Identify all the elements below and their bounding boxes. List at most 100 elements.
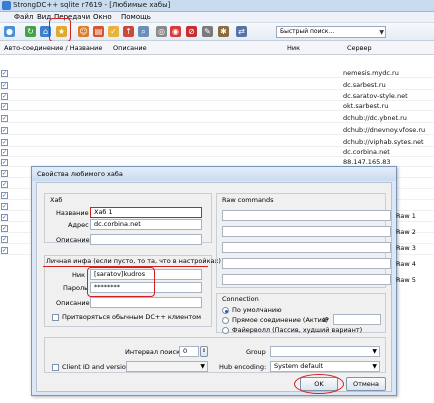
auto-connect-checkbox[interactable]: ✓ <box>1 170 8 177</box>
nick-label: Ник <box>72 271 86 279</box>
ip-label: IP <box>323 316 329 324</box>
auto-connect-checkbox[interactable]: ✓ <box>1 203 8 210</box>
queue-icon[interactable]: ▤ <box>93 26 104 37</box>
connect-icon[interactable]: ● <box>4 26 15 37</box>
auto-connect-checkbox[interactable]: ✓ <box>1 214 8 221</box>
raw-1-field[interactable] <box>222 210 391 221</box>
description2-field[interactable] <box>90 297 202 308</box>
finished-icon[interactable]: ✓ <box>108 26 119 37</box>
auto-connect-checkbox[interactable]: ✓ <box>1 82 8 89</box>
raw-commands-label: Raw commands <box>222 196 274 204</box>
raw-3-label: Raw 3 <box>396 244 416 252</box>
interval-label: Интервал поиска <box>125 348 184 356</box>
auto-connect-checkbox[interactable]: ✓ <box>1 115 8 122</box>
radio-direct[interactable] <box>222 317 229 324</box>
raw-2-label: Raw 2 <box>396 228 416 236</box>
column-nick[interactable]: Ник <box>287 44 300 52</box>
upload-icon[interactable]: ↑ <box>123 26 134 37</box>
column-server[interactable]: Сервер <box>347 44 372 52</box>
server-cell: dc.sarbest.ru <box>343 81 386 89</box>
raw-5-label: Raw 5 <box>396 276 416 284</box>
table-row[interactable]: ✓ dc.saratov-style.net <box>0 92 434 101</box>
raw-4-label: Raw 4 <box>396 260 416 268</box>
description-field[interactable] <box>90 234 202 245</box>
dialog-title: Свойства любимого хаба <box>37 170 123 178</box>
pretend-checkbox[interactable] <box>52 314 59 321</box>
settings-icon[interactable]: ✱ <box>218 26 229 37</box>
table-row[interactable]: ✓ nemesis.mydc.ru <box>0 69 434 78</box>
menu-help[interactable]: Помощь <box>121 13 151 21</box>
highlight-favorite-hubs <box>49 18 71 42</box>
highlight-nick-password <box>87 267 155 297</box>
radio-firewall-label: Файерволл (Пассив, худший вариант) <box>232 326 363 334</box>
auto-connect-checkbox[interactable]: ✓ <box>1 127 8 134</box>
auto-connect-checkbox[interactable]: ✓ <box>1 225 8 232</box>
interval-stepper[interactable]: ⇕ <box>200 346 208 357</box>
address-field[interactable]: dc.corbina.net <box>90 219 202 230</box>
cancel-button[interactable]: Отмена <box>346 377 386 391</box>
auto-connect-checkbox[interactable]: ✓ <box>1 103 8 110</box>
interval-field[interactable]: 0 <box>179 346 199 357</box>
hub-encoding-label: Hub encoding: <box>219 363 267 371</box>
auto-connect-checkbox[interactable]: ✓ <box>1 139 8 146</box>
table-row[interactable]: ✓ dchub://viphab.sytes.net <box>0 138 434 147</box>
auto-connect-checkbox[interactable]: ✓ <box>1 181 8 188</box>
client-id-checkbox[interactable] <box>52 364 59 371</box>
radio-firewall[interactable] <box>222 327 229 334</box>
group-select[interactable]: ▼ <box>270 346 380 357</box>
auto-connect-checkbox[interactable]: ✓ <box>1 192 8 199</box>
raw-4-field[interactable] <box>222 258 391 269</box>
name-field[interactable]: Хаб 1 <box>90 207 202 218</box>
target-icon[interactable]: ◉ <box>170 26 181 37</box>
network-icon[interactable]: ⇄ <box>236 26 247 37</box>
auto-connect-checkbox[interactable]: ✓ <box>1 247 8 254</box>
toolbar: ● ↻ ⌂ ★ ☺ ▤ ✓ ↑ ⌕ ◎ ◉ ⊘ ✎ ✱ ⇄ Быстрый по… <box>0 18 434 42</box>
address-label: Адрес <box>68 221 89 229</box>
quick-search-input[interactable]: Быстрый поиск... ▼ <box>276 26 386 38</box>
pretend-label: Притворяться обычным DC++ клиентом <box>62 313 202 321</box>
users-icon[interactable]: ☺ <box>78 26 89 37</box>
chevron-down-icon[interactable]: ▼ <box>379 28 384 38</box>
radio-default[interactable] <box>222 307 229 314</box>
personal-info-label: Личная инфа (если пусто, то та, что в на… <box>46 257 221 265</box>
server-cell: okt.sarbest.ru <box>343 102 389 110</box>
hub-encoding-select[interactable]: System default ▼ <box>270 361 380 372</box>
dialog-body: Хаб Название Хаб 1 Адрес dc.corbina.net … <box>36 182 416 394</box>
table-row[interactable]: ✓ dc.sarbest.ru <box>0 81 434 90</box>
group-label: Group <box>246 348 266 356</box>
auto-connect-checkbox[interactable]: ✓ <box>1 236 8 243</box>
column-description[interactable]: Описание <box>113 44 147 52</box>
server-cell: dchub://dc.ybnet.ru <box>343 114 407 122</box>
table-row[interactable]: ✓ dchub://dnevnoy.vfose.ru <box>0 126 434 135</box>
server-cell: 88.147.165.83 <box>343 158 391 166</box>
description-label: Описание <box>56 236 90 244</box>
hubs-table-header: Авто-соединение / Название Описание Ник … <box>0 41 434 55</box>
search-icon[interactable]: ⌕ <box>138 26 149 37</box>
reconnect-icon[interactable]: ↻ <box>25 26 36 37</box>
stop-icon[interactable]: ⊘ <box>186 26 197 37</box>
menu-window[interactable]: Окно <box>93 13 112 21</box>
column-name[interactable]: Авто-соединение / Название <box>4 44 102 52</box>
connection-label: Connection <box>222 295 259 303</box>
ip-field[interactable] <box>333 314 381 325</box>
client-id-label: Client ID and version <box>62 363 130 371</box>
raw-3-field[interactable] <box>222 242 391 253</box>
table-row[interactable]: ✓ dc.corbina.net <box>0 148 434 157</box>
name-label: Название <box>56 209 89 217</box>
server-cell: dc.saratov-style.net <box>343 92 408 100</box>
raw-2-field[interactable] <box>222 226 391 237</box>
dialog-title-bar: Свойства любимого хаба <box>32 167 396 181</box>
table-row[interactable]: ✓ dchub://dc.ybnet.ru <box>0 114 434 123</box>
auto-connect-checkbox[interactable]: ✓ <box>1 93 8 100</box>
client-id-select[interactable]: ▼ <box>126 361 208 372</box>
highlight-ok-button <box>294 374 344 394</box>
table-row[interactable]: ✓ okt.sarbest.ru <box>0 102 434 111</box>
auto-connect-checkbox[interactable]: ✓ <box>1 149 8 156</box>
radio-default-label: По умолчанию <box>232 306 282 314</box>
notepad-icon[interactable]: ✎ <box>202 26 213 37</box>
raw-5-field[interactable] <box>222 274 391 285</box>
auto-connect-checkbox[interactable]: ✓ <box>1 70 8 77</box>
auto-connect-checkbox[interactable]: ✓ <box>1 159 8 166</box>
spy-icon[interactable]: ◎ <box>156 26 167 37</box>
menu-file[interactable]: Файл <box>14 13 33 21</box>
